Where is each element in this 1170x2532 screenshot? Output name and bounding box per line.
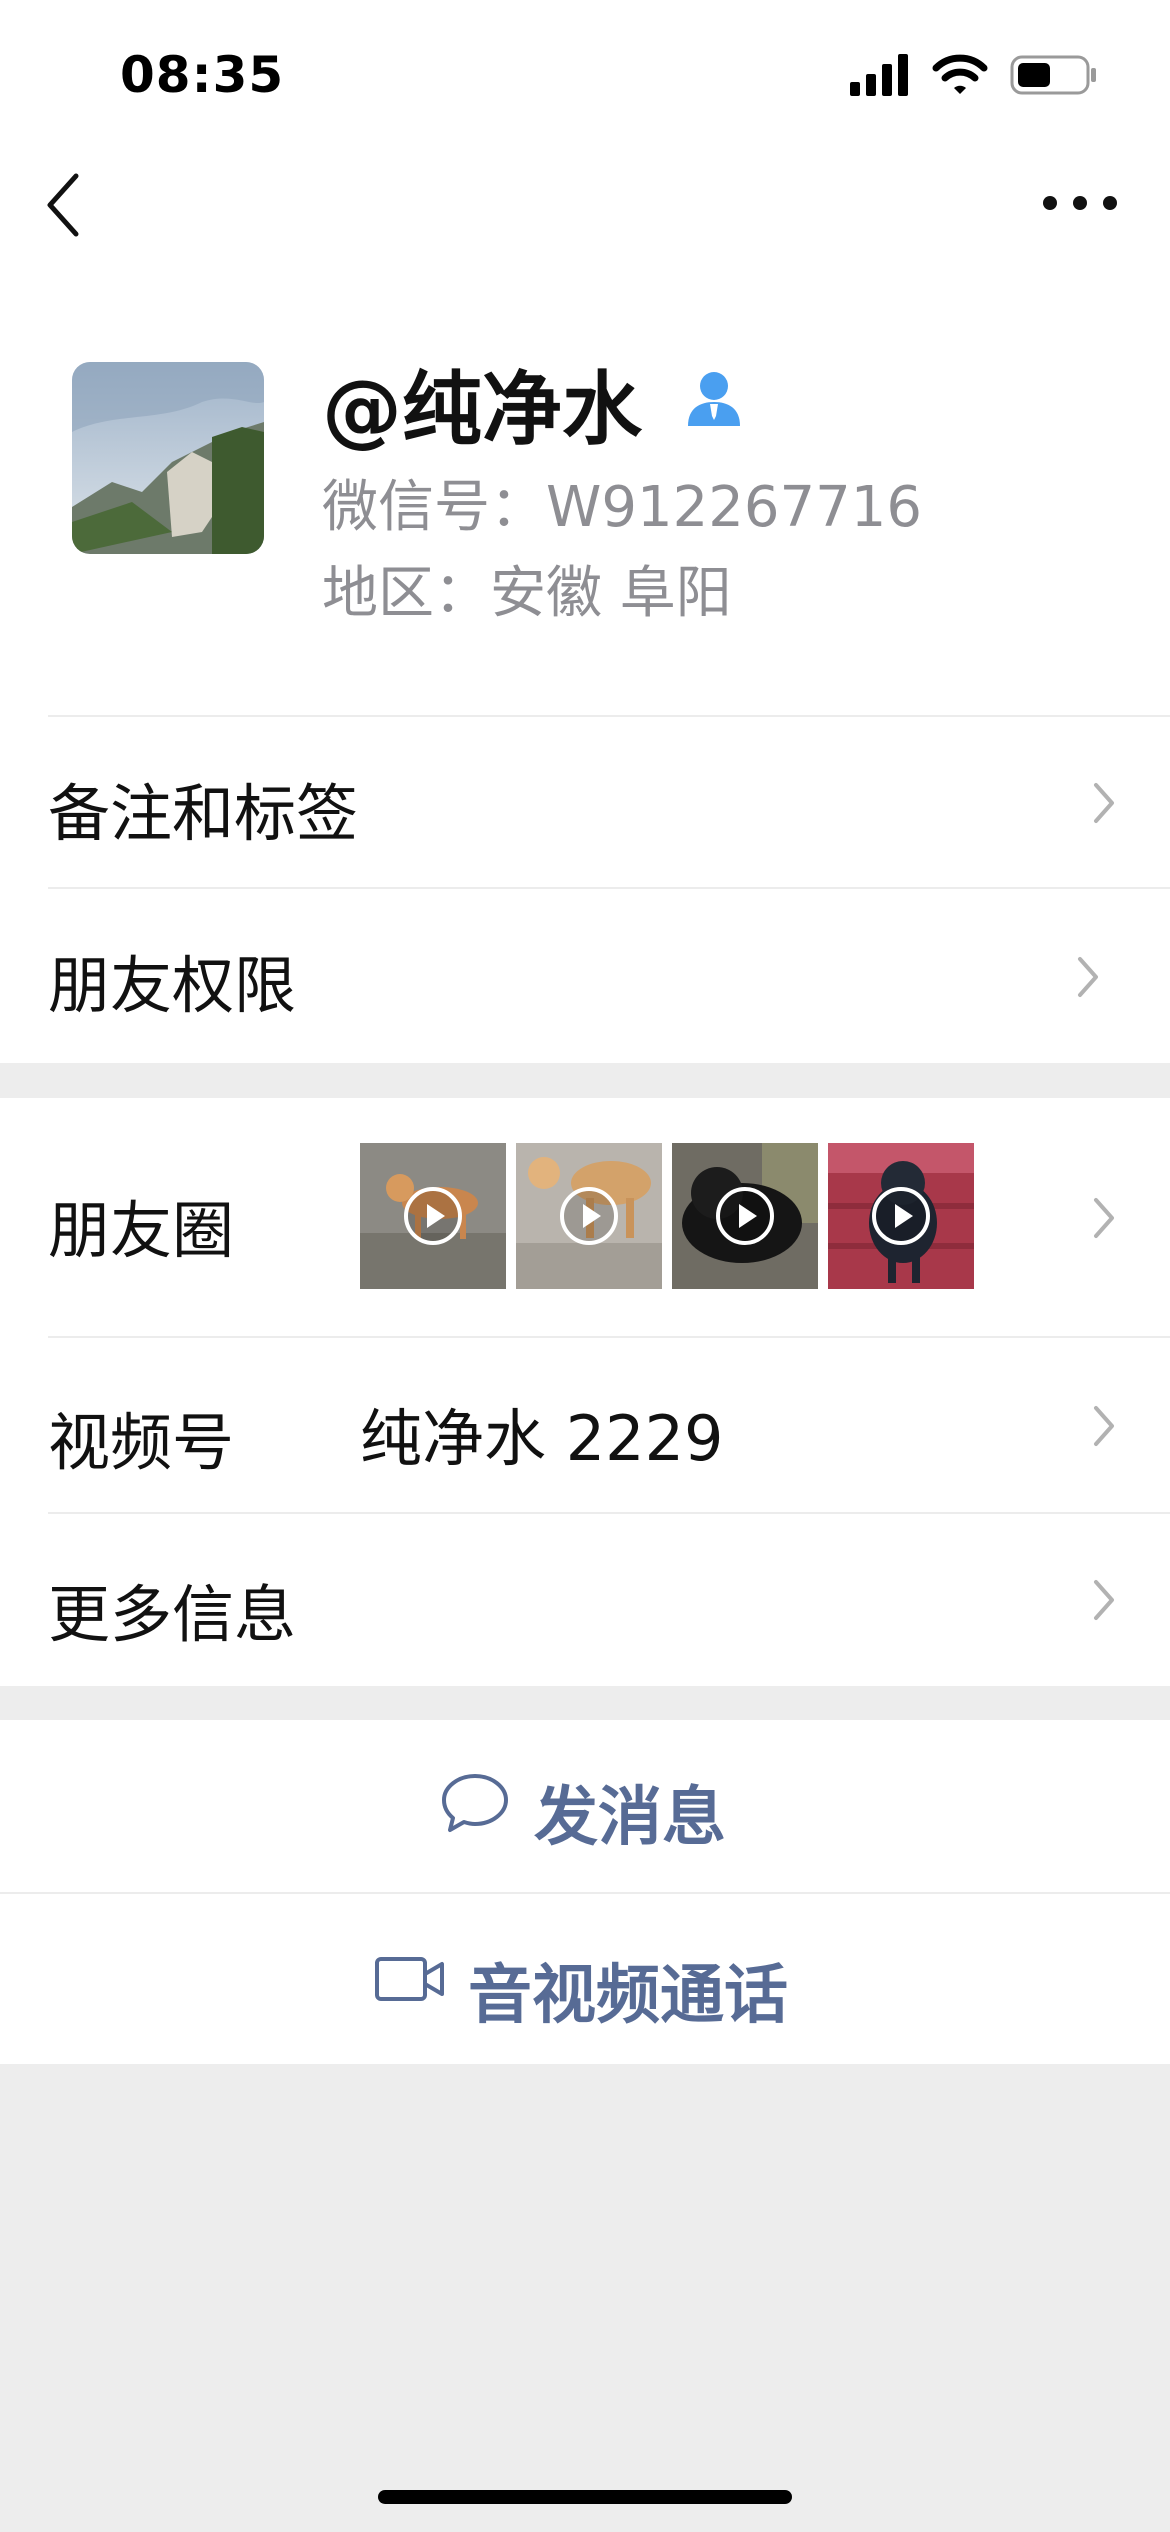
- channels-value: 纯净水 2229: [360, 1402, 724, 1475]
- video-thumb-1[interactable]: [360, 1143, 506, 1289]
- wechat-id-label: 微信号：: [322, 475, 546, 540]
- more-dots-icon[interactable]: [1040, 188, 1120, 218]
- signal-icon: [850, 54, 908, 96]
- play-icon: [716, 1187, 774, 1245]
- wechat-id-value: W912267716: [546, 475, 923, 540]
- divider: [48, 715, 1170, 717]
- home-indicator[interactable]: [378, 2490, 792, 2504]
- chat-bubble-icon: [442, 1774, 508, 1832]
- profile-name: @纯净水: [322, 363, 642, 456]
- region-value: 安徽 阜阳: [490, 561, 732, 626]
- play-icon: [560, 1187, 618, 1245]
- status-icons: [850, 52, 1100, 102]
- row-more-info[interactable]: 更多信息: [0, 1512, 1170, 1686]
- row-label-friend-permission: 朋友权限: [48, 949, 297, 1022]
- person-badge-icon: [688, 372, 740, 426]
- region-label: 地区：: [322, 561, 490, 626]
- wechat-id-line: 微信号：W912267716: [322, 462, 922, 543]
- video-thumb-2[interactable]: [516, 1143, 662, 1289]
- row-friend-permission[interactable]: 朋友权限: [0, 887, 1170, 1063]
- av-call-button[interactable]: 音视频通话: [0, 1892, 1170, 2064]
- av-call-label: 音视频通话: [468, 1959, 788, 2033]
- chevron-left-icon[interactable]: [40, 168, 90, 242]
- status-time: 08:35: [120, 46, 285, 104]
- divider: [48, 1512, 1170, 1514]
- send-message-label: 发消息: [534, 1781, 726, 1855]
- video-thumb-4[interactable]: [828, 1143, 974, 1289]
- divider: [48, 887, 1170, 889]
- chevron-right-icon: [1094, 1580, 1114, 1620]
- chevron-right-icon: [1078, 957, 1098, 997]
- row-label-remark-tags: 备注和标签: [48, 777, 359, 850]
- row-label-moments: 朋友圈: [48, 1194, 235, 1267]
- avatar[interactable]: [72, 362, 264, 554]
- row-channels[interactable]: 视频号 纯净水 2229: [0, 1336, 1170, 1512]
- chevron-right-icon: [1094, 1406, 1114, 1446]
- row-remark-tags[interactable]: 备注和标签: [0, 715, 1170, 887]
- row-label-channels: 视频号: [48, 1406, 235, 1479]
- video-camera-icon: [375, 1957, 444, 2001]
- send-message-button[interactable]: 发消息: [0, 1720, 1170, 1892]
- chevron-right-icon: [1094, 783, 1114, 823]
- video-thumb-3[interactable]: [672, 1143, 818, 1289]
- region-line: 地区：安徽 阜阳: [322, 548, 732, 629]
- divider: [0, 1892, 1170, 1894]
- play-icon: [872, 1187, 930, 1245]
- battery-icon: [1010, 55, 1096, 95]
- row-label-more-info: 更多信息: [48, 1578, 297, 1651]
- divider: [48, 1336, 1170, 1338]
- wifi-icon: [932, 54, 988, 94]
- play-icon: [404, 1187, 462, 1245]
- chevron-right-icon: [1094, 1198, 1114, 1238]
